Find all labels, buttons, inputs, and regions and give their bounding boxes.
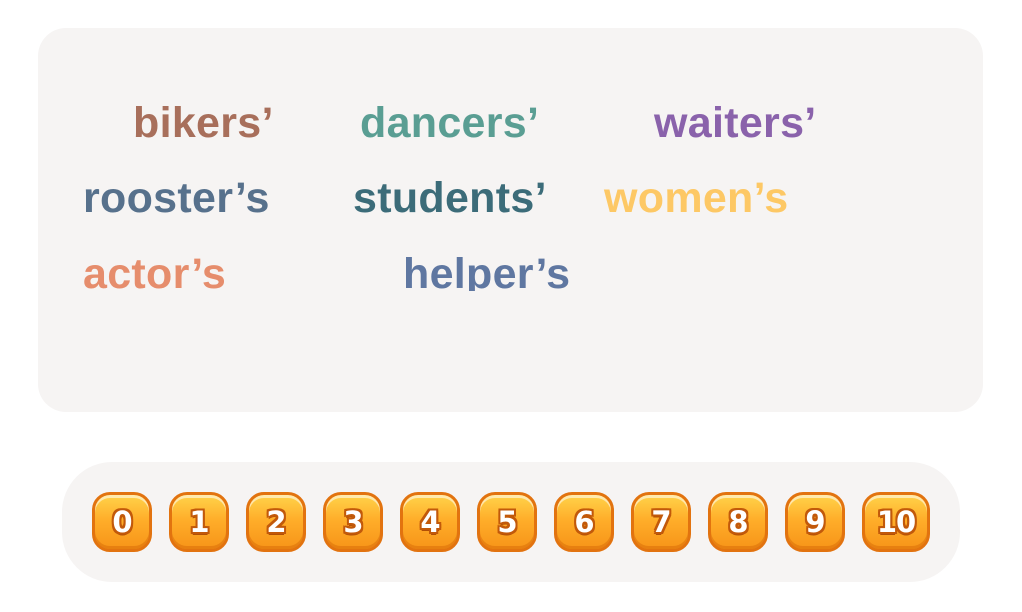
number-label: 3 xyxy=(343,505,363,539)
number-label: 8 xyxy=(728,505,748,539)
number-button-3[interactable]: 3 xyxy=(323,492,383,552)
number-button-9[interactable]: 9 xyxy=(785,492,845,552)
number-label: 2 xyxy=(266,505,286,539)
word-bikers[interactable]: bikers’ xyxy=(133,102,274,145)
word-actors[interactable]: actor’s xyxy=(83,253,226,296)
number-label: 4 xyxy=(420,505,440,539)
number-button-8[interactable]: 8 xyxy=(708,492,768,552)
number-label: 0 xyxy=(112,505,132,539)
word-students[interactable]: students’ xyxy=(353,177,547,220)
word-roosters[interactable]: rooster’s xyxy=(83,177,270,220)
number-bar: 0 1 2 3 4 5 6 7 8 9 10 xyxy=(62,462,960,582)
number-button-1[interactable]: 1 xyxy=(169,492,229,552)
number-button-2[interactable]: 2 xyxy=(246,492,306,552)
word-panel: bikers’ dancers’ waiters’ rooster’s stud… xyxy=(38,28,983,412)
word-helpers[interactable]: helper’s xyxy=(403,253,570,291)
number-button-5[interactable]: 5 xyxy=(477,492,537,552)
number-button-0[interactable]: 0 xyxy=(92,492,152,552)
number-label: 7 xyxy=(651,505,671,539)
number-label: 5 xyxy=(497,505,517,539)
game-screen: bikers’ dancers’ waiters’ rooster’s stud… xyxy=(0,0,1022,612)
word-womens[interactable]: women’s xyxy=(604,177,789,220)
number-button-7[interactable]: 7 xyxy=(631,492,691,552)
word-waiters[interactable]: waiters’ xyxy=(654,102,817,145)
number-label: 10 xyxy=(876,505,916,539)
number-label: 6 xyxy=(574,505,594,539)
number-button-10[interactable]: 10 xyxy=(862,492,930,552)
word-dancers[interactable]: dancers’ xyxy=(360,102,539,145)
number-label: 9 xyxy=(805,505,825,539)
number-button-4[interactable]: 4 xyxy=(400,492,460,552)
number-label: 1 xyxy=(189,505,209,539)
number-button-6[interactable]: 6 xyxy=(554,492,614,552)
